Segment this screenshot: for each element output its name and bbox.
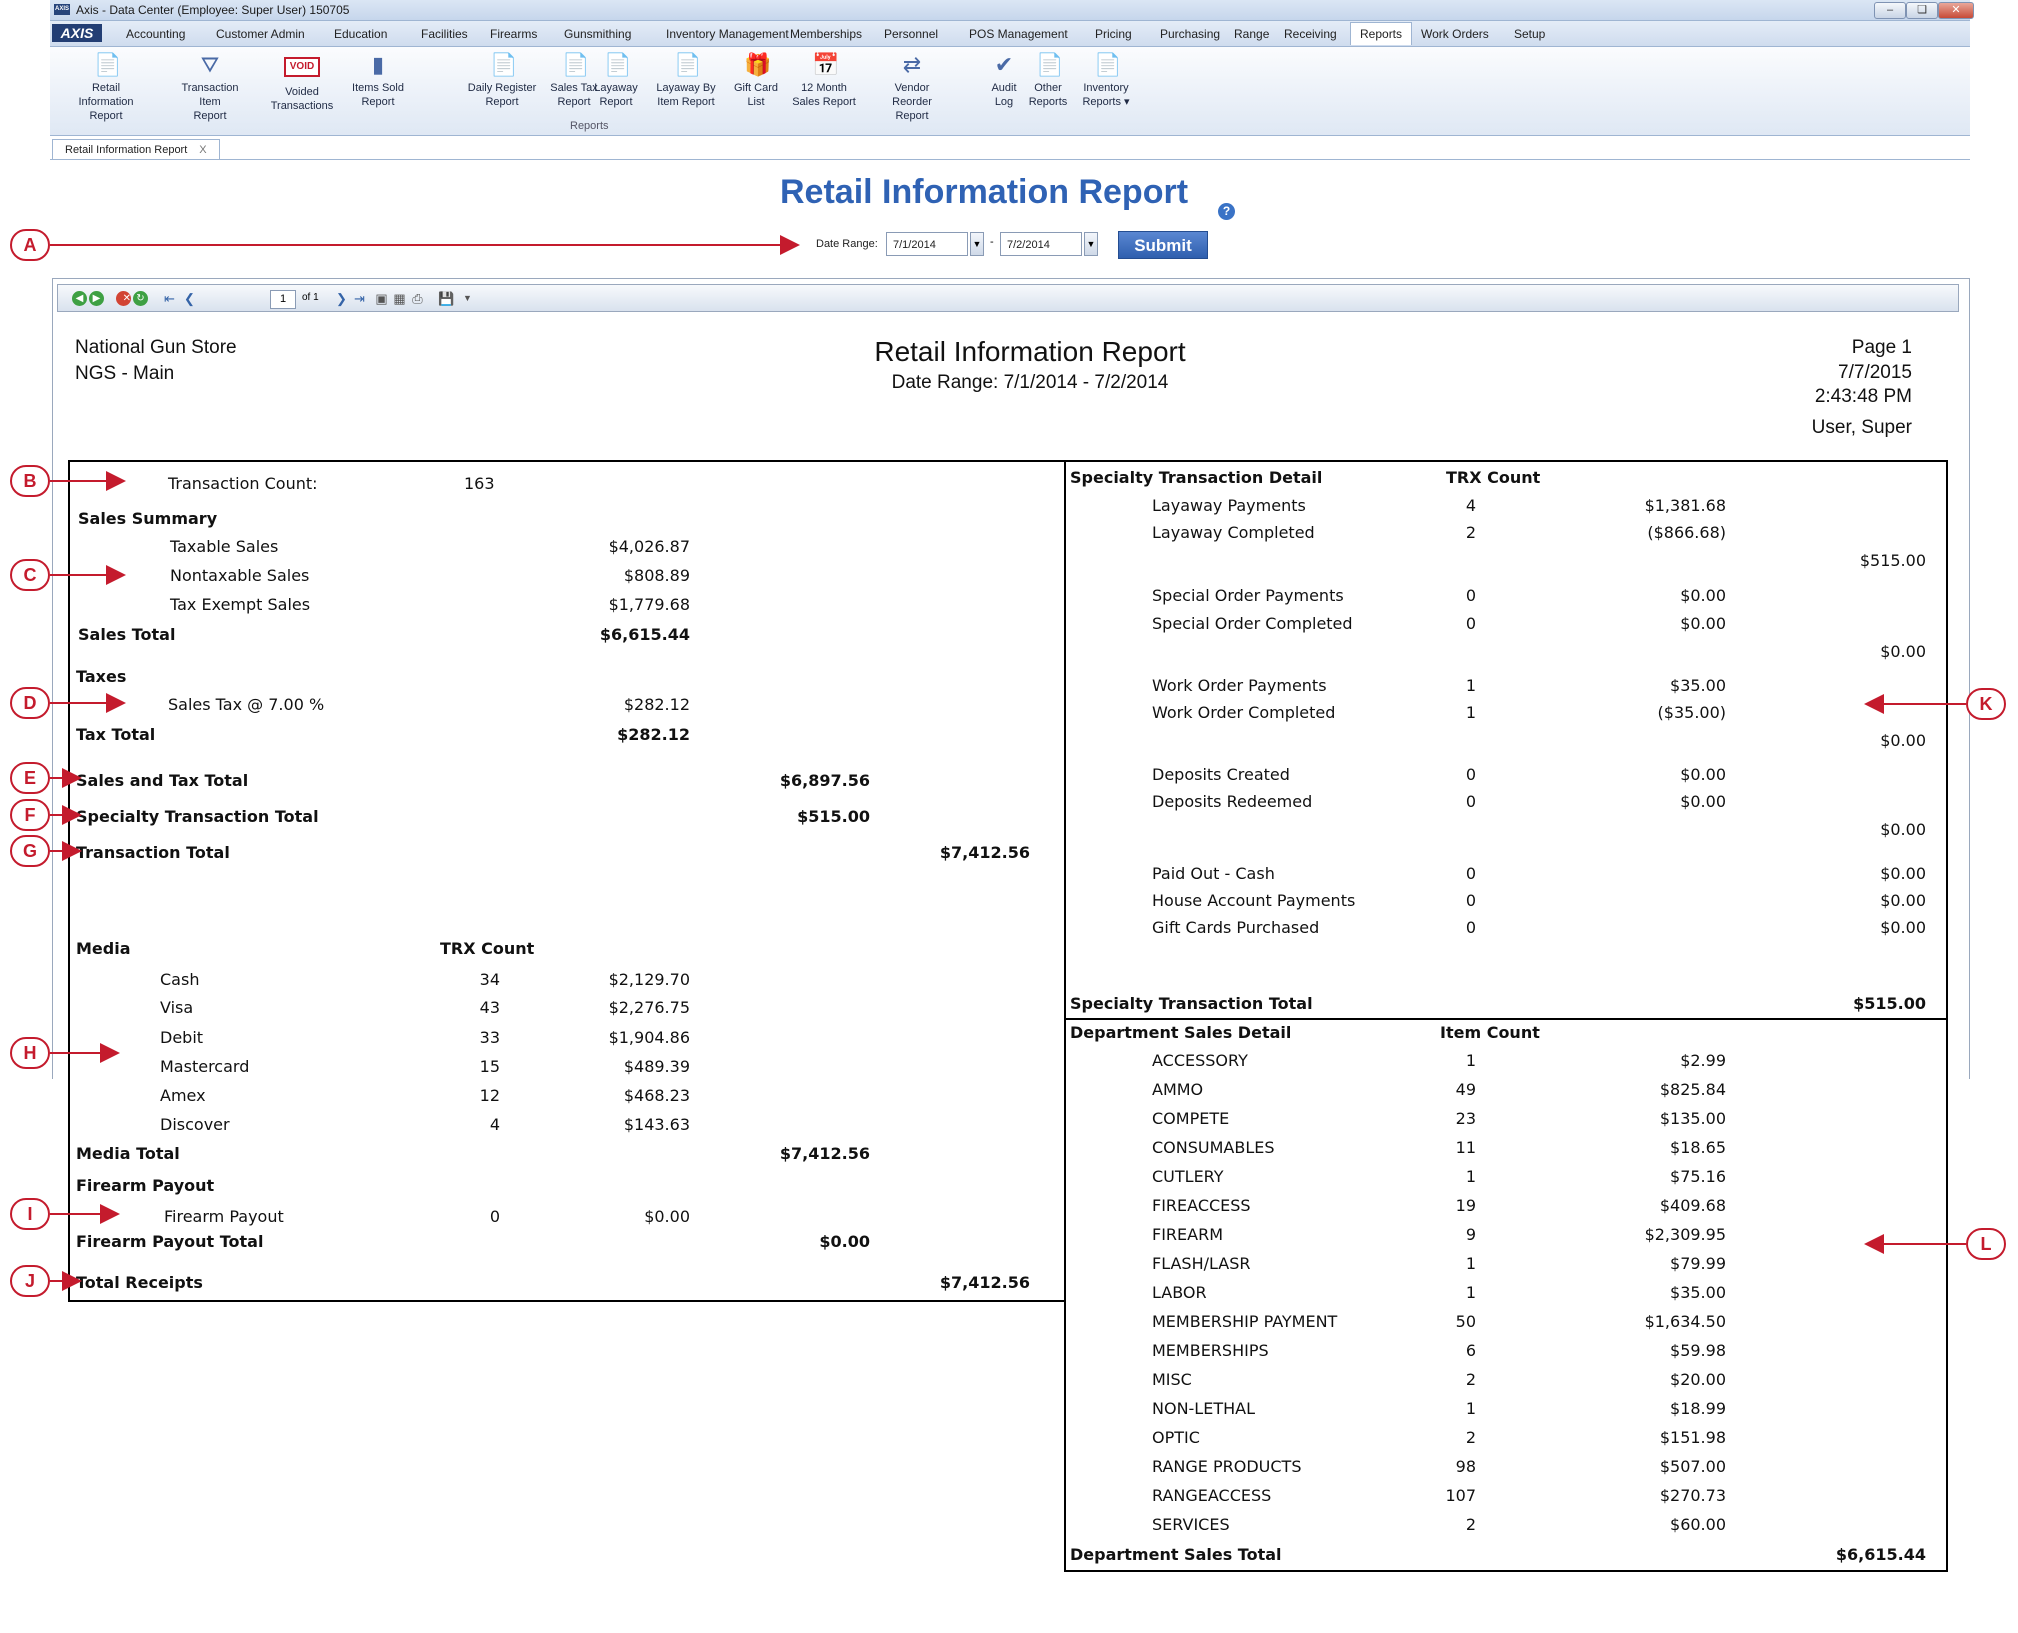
callout-arrows xyxy=(50,235,1966,1291)
callout-e: E xyxy=(10,762,50,794)
callout-k: K xyxy=(1966,688,2006,720)
callout-c: C xyxy=(10,559,50,591)
callout-i: I xyxy=(10,1198,50,1230)
callout-b: B xyxy=(10,465,50,497)
callout-f: F xyxy=(10,799,50,831)
callout-a: A xyxy=(10,229,50,261)
callout-j: J xyxy=(10,1265,50,1297)
callout-l: L xyxy=(1966,1228,2006,1260)
callout-d: D xyxy=(10,687,50,719)
callout-g: G xyxy=(10,835,50,867)
callout-h: H xyxy=(10,1037,50,1069)
